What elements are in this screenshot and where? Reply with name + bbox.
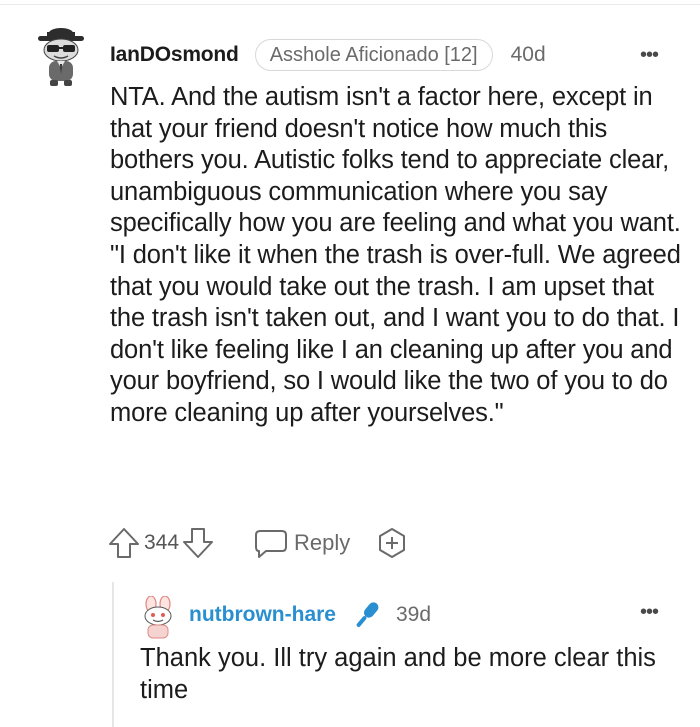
reply-label: Reply	[294, 530, 351, 555]
comment-username[interactable]: IanDOsmond	[110, 43, 239, 67]
reply-more-options-icon[interactable]: •••	[640, 602, 659, 622]
snoo-bunny-avatar-icon	[144, 595, 172, 639]
award-plus-icon[interactable]	[376, 527, 408, 559]
user-flair: Asshole Aficionado [12]	[254, 39, 493, 71]
reply-button[interactable]: Reply	[254, 527, 350, 559]
reply-age: 39d	[396, 603, 432, 626]
downvote-icon[interactable]	[182, 526, 214, 560]
more-options-icon[interactable]: •••	[640, 45, 659, 65]
reply-header: nutbrown-hare 39d	[189, 599, 431, 631]
comment-header: IanDOsmond Asshole Aficionado [12] 40d	[110, 39, 546, 71]
comment-age: 40d	[510, 43, 546, 66]
reply-user-avatar[interactable]	[139, 595, 177, 640]
snoo-fedora-avatar-icon	[38, 28, 84, 86]
comment-actions: 344 Reply	[108, 523, 408, 563]
comment-body: NTA. And the autism isn't a factor here,…	[110, 83, 681, 427]
reply-body: Thank you. Ill try again and be more cle…	[140, 644, 656, 704]
user-avatar[interactable]	[36, 26, 86, 88]
chat-bubble-icon	[255, 530, 288, 558]
vote-score: 344	[144, 531, 180, 554]
top-divider	[0, 4, 700, 5]
microphone-icon	[356, 602, 379, 627]
reply-username[interactable]: nutbrown-hare	[189, 603, 336, 627]
upvote-icon[interactable]	[108, 526, 140, 560]
thread-line[interactable]	[112, 582, 114, 727]
